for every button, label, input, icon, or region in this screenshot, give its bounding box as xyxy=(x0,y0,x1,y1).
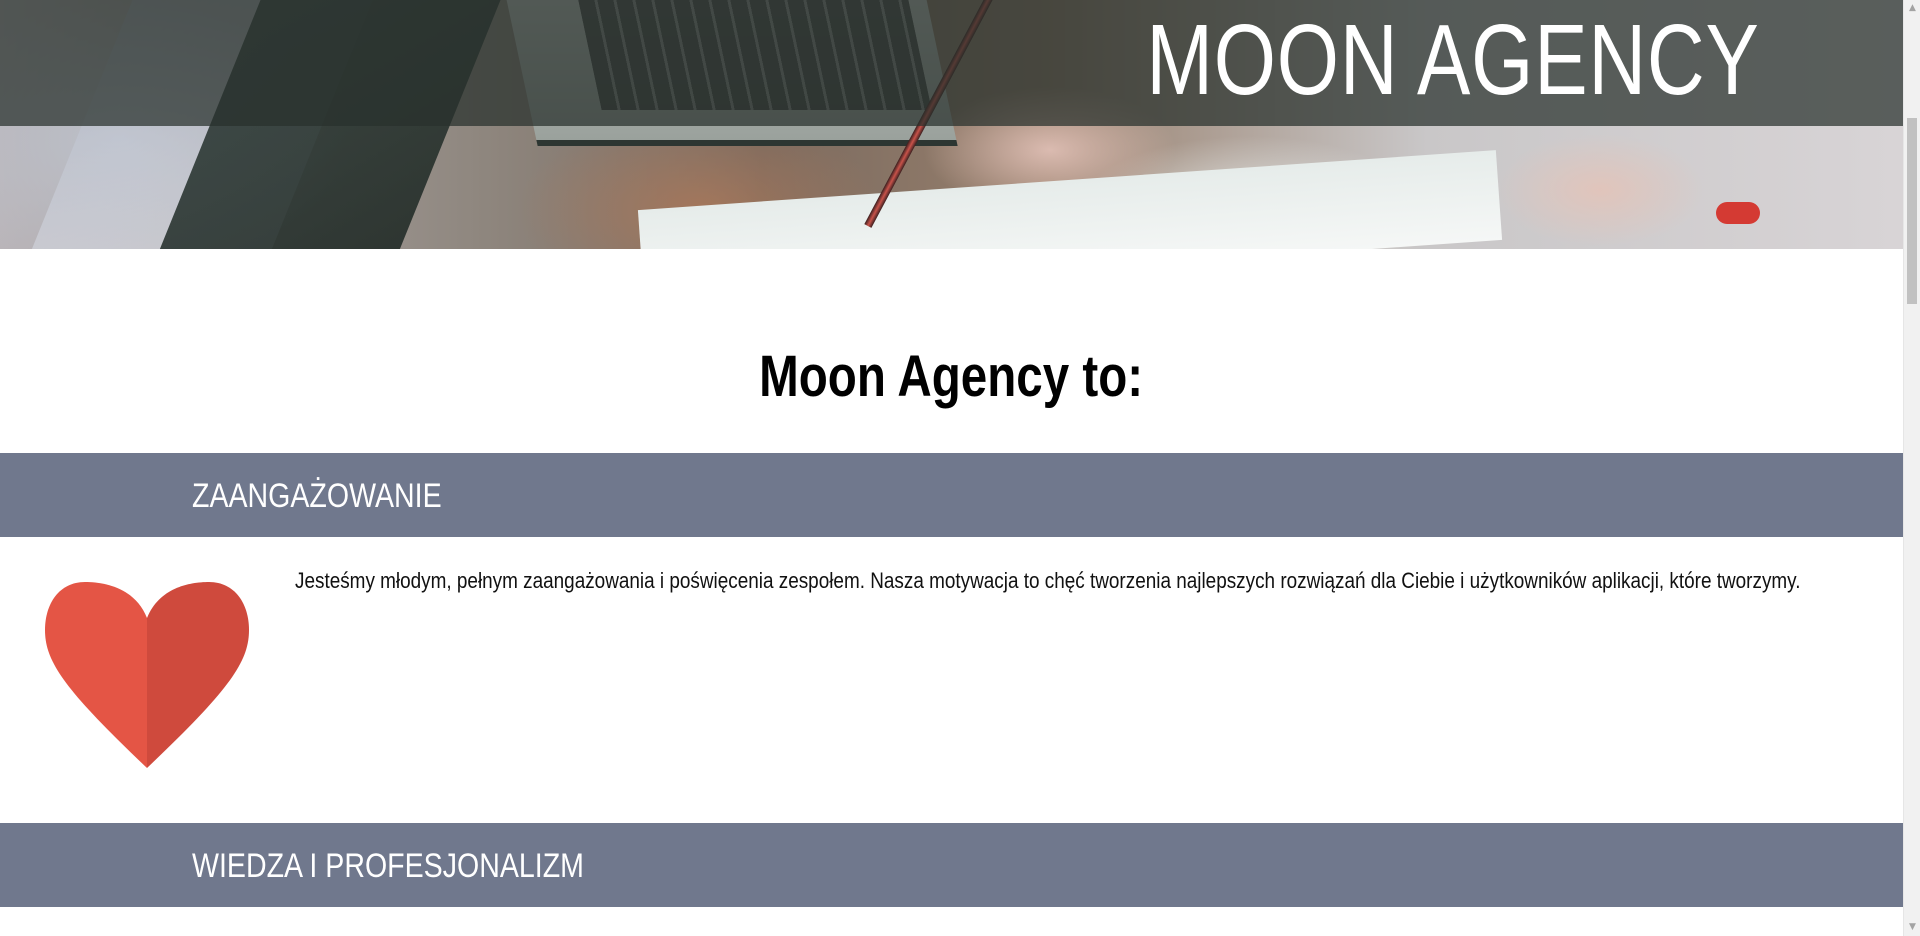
hero-banner: MOON AGENCY xyxy=(0,0,1903,249)
hero-photo-paper xyxy=(637,150,1503,249)
section-heading-text: Moon Agency to: xyxy=(759,344,1144,409)
scrollbar-thumb[interactable] xyxy=(1907,118,1917,304)
feature-description: Jesteśmy młodym, pełnym zaangażowania i … xyxy=(295,568,1801,593)
heart-right-half xyxy=(147,582,249,768)
section-heading: Moon Agency to: xyxy=(0,342,1903,412)
feature-title: ZAANGAŻOWANIE xyxy=(192,477,442,515)
page: MOON AGENCY Moon Agency to: ZAANGAŻOWANI… xyxy=(0,0,1903,936)
feature-title: WIEDZA I PROFESJONALIZM xyxy=(192,847,584,885)
scroll-up-arrow-icon[interactable]: ▲ xyxy=(1904,0,1920,17)
scroll-down-arrow-icon[interactable]: ▼ xyxy=(1904,919,1920,936)
heart-icon xyxy=(45,582,249,768)
site-title: MOON AGENCY xyxy=(1146,4,1760,116)
feature-bar-knowledge: WIEDZA I PROFESJONALIZM xyxy=(0,823,1903,907)
feature-bar-commitment: ZAANGAŻOWANIE xyxy=(0,453,1903,537)
vertical-scrollbar[interactable]: ▲ ▼ xyxy=(1903,0,1920,936)
hero-photo-pen xyxy=(1716,202,1760,224)
heart-left-half xyxy=(45,582,147,768)
